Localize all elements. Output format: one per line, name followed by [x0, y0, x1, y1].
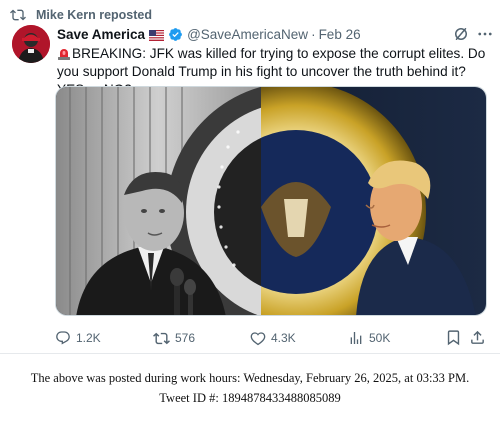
us-flag-icon	[149, 29, 165, 41]
tweet-card[interactable]: Mike Kern reposted Save America @SaveAme…	[0, 0, 500, 354]
repost-button[interactable]: 576	[153, 329, 195, 347]
repost-icon	[10, 9, 26, 21]
tweet-date[interactable]: Feb 26	[319, 27, 361, 42]
jfk-trump-seal-image	[56, 87, 486, 315]
avatar[interactable]	[12, 25, 50, 63]
views-button[interactable]: 50K	[348, 329, 390, 347]
reply-count: 1.2K	[76, 331, 101, 345]
share-icon[interactable]	[469, 329, 486, 349]
footer-tweet-id: Tweet ID #: 1894878433488085089	[159, 391, 341, 405]
tweet-header: Save America @SaveAmericaNew · Feb 26	[57, 25, 361, 43]
reply-button[interactable]: 1.2K	[55, 329, 101, 347]
separator-dot: ·	[311, 26, 316, 42]
repost-label: Mike Kern reposted	[36, 8, 153, 22]
more-options-icon[interactable]	[476, 25, 494, 43]
like-count: 4.3K	[271, 331, 296, 345]
siren-emoji-icon	[57, 46, 71, 60]
verified-badge-icon	[168, 27, 183, 42]
author-name[interactable]: Save America	[57, 27, 145, 42]
heart-icon	[250, 332, 266, 346]
footer-caption: The above was posted during work hours: …	[0, 368, 500, 408]
tweet-image[interactable]	[55, 86, 487, 316]
footer-posted-line: The above was posted during work hours: …	[30, 371, 470, 385]
bookmark-icon[interactable]	[445, 329, 462, 349]
like-button[interactable]: 4.3K	[250, 329, 296, 347]
grok-icon[interactable]	[452, 25, 470, 43]
repost-count: 576	[175, 331, 196, 345]
tweet-actions: 1.2K 576 4.3K 50K	[55, 329, 487, 347]
views-chart-icon	[350, 332, 362, 344]
views-count: 50K	[369, 331, 391, 345]
repost-indicator[interactable]: Mike Kern reposted	[10, 6, 153, 24]
reply-icon	[56, 331, 70, 345]
repost-action-icon	[153, 332, 170, 344]
author-handle[interactable]: @SaveAmericaNew	[187, 27, 308, 42]
